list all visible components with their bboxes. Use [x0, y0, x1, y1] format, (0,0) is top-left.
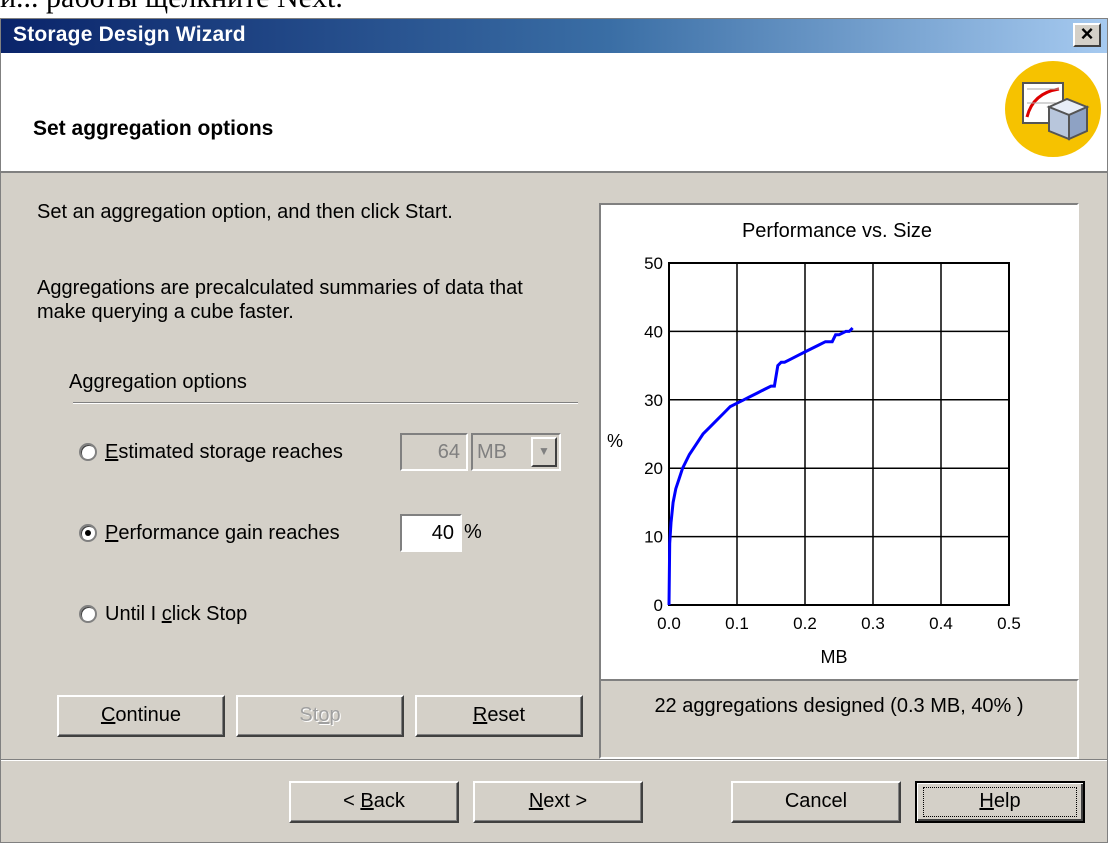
intro-text-2: Aggregations are precalculated summaries… — [37, 277, 523, 299]
x-tick-label: 0.3 — [861, 614, 885, 633]
plot-area — [668, 262, 1010, 606]
wizard-window: Storage Design Wizard × Set aggregation … — [0, 18, 1108, 843]
performance-chart-panel: Performance vs. Size 0.0 0.1 0.2 0.3 0.4 0.5 0… — [599, 203, 1079, 691]
performance-chart: Performance vs. Size 0.0 0.1 0.2 0.3 0.4 0.5 0… — [607, 220, 1021, 667]
radio-label-until-stop: Until I click Stop — [105, 602, 248, 625]
next-button[interactable]: Next > — [473, 781, 643, 823]
continue-button[interactable]: Continue — [57, 695, 225, 737]
y-tick-label: 0 — [654, 596, 663, 615]
radio-estimated-storage[interactable]: Estimated storage reaches — [79, 439, 343, 465]
help-button[interactable]: Help — [915, 781, 1085, 823]
y-tick-label: 20 — [644, 459, 663, 478]
performance-gain-input[interactable]: 40 — [400, 514, 462, 552]
group-divider — [73, 402, 578, 404]
storage-unit-select[interactable]: MB ▼ — [471, 433, 561, 471]
wizard-header: Set aggregation options — [1, 53, 1107, 173]
storage-design-wizard-icon — [1005, 61, 1101, 157]
window-title: Storage Design Wizard — [13, 23, 246, 46]
radio-label-estimated-storage: Estimated storage reaches — [105, 440, 343, 463]
back-button[interactable]: < Back — [289, 781, 459, 823]
radio-label-performance-gain: Performance gain reaches — [105, 521, 340, 544]
footer-divider — [1, 759, 1107, 761]
radio-button-until-stop[interactable] — [79, 605, 97, 623]
radio-button-performance-gain[interactable] — [79, 524, 97, 542]
stop-button[interactable]: Stop — [236, 695, 404, 737]
x-tick-label: 0.0 — [657, 614, 681, 633]
intro-text-1: Set an aggregation option, and then clic… — [37, 201, 453, 223]
background-document-text: и... работы щелкните Next. — [0, 0, 1109, 18]
radio-until-stop[interactable]: Until I click Stop — [79, 601, 247, 627]
radio-button-estimated-storage[interactable] — [79, 443, 97, 461]
reset-button[interactable]: Reset — [415, 695, 583, 737]
series-line — [667, 326, 854, 606]
y-tick-label: 50 — [644, 254, 663, 273]
y-tick-label: 40 — [644, 322, 663, 341]
x-tick-label: 0.5 — [997, 614, 1021, 633]
y-axis-label: % — [607, 431, 623, 451]
x-axis-label: MB — [821, 647, 848, 667]
x-tick-label: 0.1 — [725, 614, 749, 633]
close-icon: × — [1080, 21, 1094, 46]
y-tick-label: 10 — [644, 528, 663, 547]
page-title: Set aggregation options — [33, 117, 274, 140]
chart-title: Performance vs. Size — [742, 220, 932, 242]
x-tick-label: 0.4 — [929, 614, 953, 633]
status-text: 22 aggregations designed (0.3 MB, 40% ) — [654, 695, 1024, 717]
intro-text-3: make querying a cube faster. — [37, 301, 294, 323]
radio-performance-gain[interactable]: Performance gain reaches — [79, 520, 340, 546]
performance-unit-label: % — [464, 521, 482, 543]
x-tick-label: 0.2 — [793, 614, 817, 633]
close-button[interactable]: × — [1073, 23, 1101, 47]
aggregation-options-label: Aggregation options — [69, 371, 247, 393]
cancel-button[interactable]: Cancel — [731, 781, 901, 823]
status-panel: 22 aggregations designed (0.3 MB, 40% ) — [599, 679, 1079, 759]
storage-limit-input[interactable]: 64 — [400, 433, 468, 471]
y-tick-label: 30 — [644, 391, 663, 410]
title-bar[interactable]: Storage Design Wizard × — [1, 19, 1107, 53]
chevron-down-icon[interactable]: ▼ — [531, 437, 557, 467]
focus-ring — [923, 787, 1077, 817]
